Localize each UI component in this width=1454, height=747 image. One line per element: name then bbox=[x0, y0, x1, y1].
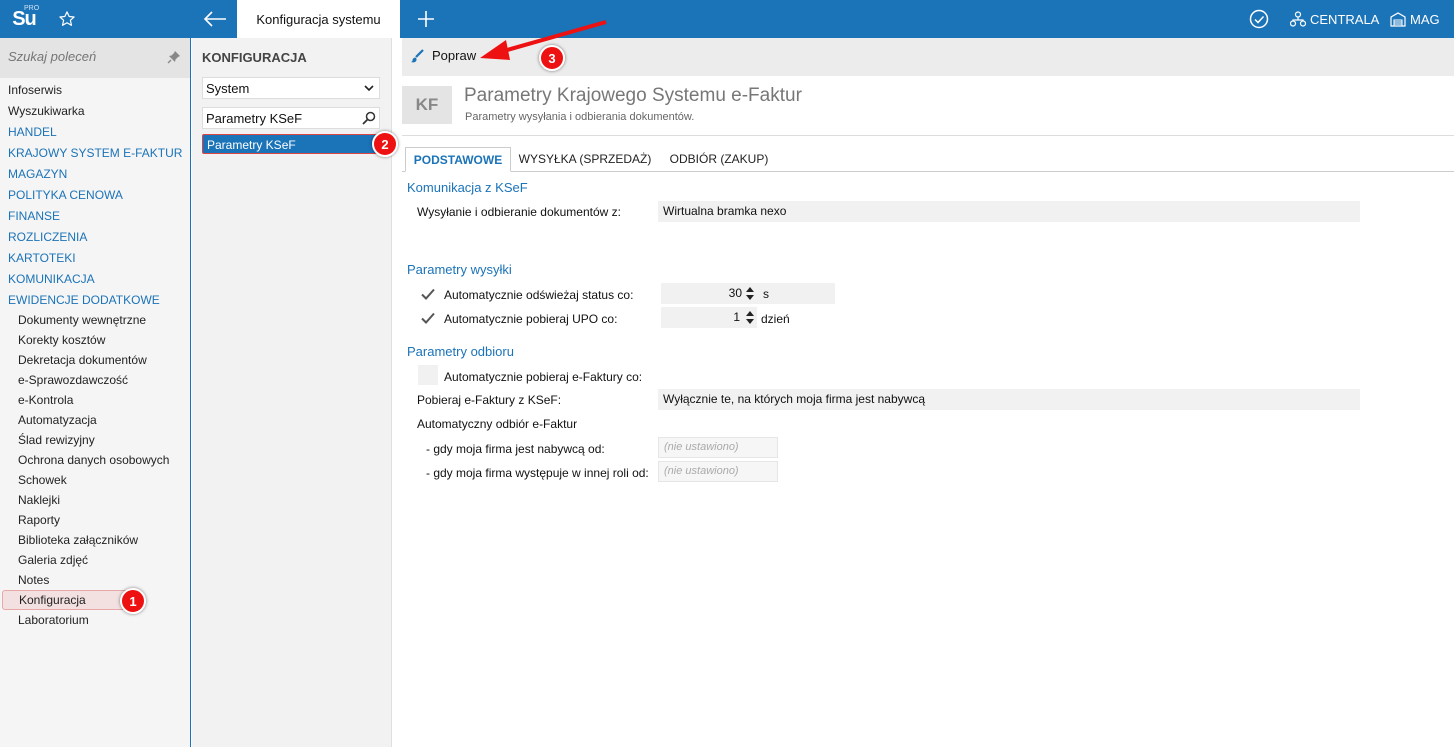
chevron-down-icon bbox=[364, 85, 374, 92]
page-subtitle: Parametry wysyłania i odbierania dokumen… bbox=[465, 111, 695, 123]
annotation-badge-1: 1 bbox=[120, 588, 146, 614]
sidebar-section-komunikacja[interactable]: KOMUNIKACJA bbox=[8, 269, 95, 289]
sidebar-section-handel[interactable]: HANDEL bbox=[8, 122, 57, 142]
sidebar-section-ewidencje-dodatkowe[interactable]: EWIDENCJE DODATKOWE bbox=[8, 290, 160, 310]
sidebar-section-magazyn[interactable]: MAGAZYN bbox=[8, 164, 67, 184]
refresh-status-checkbox[interactable] bbox=[418, 284, 438, 304]
sidebar-item-korekty-kosztow[interactable]: Korekty kosztów bbox=[18, 330, 105, 350]
sidebar-item-biblioteka-zalacznikow[interactable]: Biblioteka załączników bbox=[18, 530, 138, 550]
sidebar-item-notes[interactable]: Notes bbox=[18, 570, 49, 590]
fetch-from-label: Pobieraj e-Faktury z KSeF: bbox=[417, 393, 562, 407]
mag-label: MAG bbox=[1410, 11, 1440, 27]
page-header: KF Parametry Krajowego Systemu e-Faktur … bbox=[402, 76, 1454, 136]
spinner-arrows-icon[interactable] bbox=[746, 310, 754, 325]
sidebar-item-slad-rewizyjny[interactable]: Ślad rewizyjny bbox=[18, 430, 95, 450]
annotation-badge-3: 3 bbox=[539, 45, 565, 71]
checkmark-icon bbox=[421, 312, 435, 324]
fetch-upo-unit: dzień bbox=[761, 312, 790, 326]
config-panel-title: KONFIGURACJA bbox=[202, 50, 307, 65]
sidebar-section-ksef[interactable]: KRAJOWY SYSTEM E-FAKTUR bbox=[8, 143, 182, 163]
module-badge: KF bbox=[402, 86, 452, 124]
warehouse-selector[interactable]: MAG bbox=[1390, 0, 1440, 38]
send-receive-field[interactable]: Wirtualna bramka nexo bbox=[658, 201, 1360, 222]
sidebar-item-dekretacja[interactable]: Dekretacja dokumentów bbox=[18, 350, 147, 370]
sidebar-item-galeria-zdjec[interactable]: Galeria zdjęć bbox=[18, 550, 88, 570]
back-arrow-icon[interactable] bbox=[196, 0, 234, 38]
auto-fetch-checkbox[interactable] bbox=[418, 365, 438, 385]
other-role-date-label: - gdy moja firma występuje w innej roli … bbox=[426, 466, 649, 480]
tab-odbior[interactable]: ODBIÓR (ZAKUP) bbox=[660, 147, 778, 172]
send-receive-label: Wysyłanie i odbieranie dokumentów z: bbox=[417, 205, 621, 219]
sidebar-item-ochrona-danych[interactable]: Ochrona danych osobowych bbox=[18, 450, 169, 470]
sidebar-item-konfiguracja[interactable]: Konfiguracja bbox=[2, 590, 130, 610]
popraw-button[interactable]: Popraw bbox=[410, 48, 476, 63]
group-wysylka: Parametry wysyłki bbox=[407, 262, 512, 277]
popraw-label: Popraw bbox=[432, 48, 477, 63]
fetch-upo-checkbox[interactable] bbox=[418, 308, 438, 328]
sidebar-section-rozliczenia[interactable]: ROZLICZENIA bbox=[8, 227, 87, 247]
new-tab-plus-icon[interactable] bbox=[408, 0, 444, 38]
sidebar-item-laboratorium[interactable]: Laboratorium bbox=[18, 610, 89, 630]
warehouse-icon bbox=[1390, 12, 1406, 27]
refresh-status-label: Automatycznie odświeżaj status co: bbox=[444, 288, 634, 302]
buyer-date-label: - gdy moja firma jest nabywcą od: bbox=[426, 442, 605, 456]
command-search-input[interactable] bbox=[8, 49, 158, 64]
sidebar-item-e-kontrola[interactable]: e-Kontrola bbox=[18, 390, 73, 410]
config-search-box bbox=[202, 107, 380, 129]
logo-badge: PRO bbox=[24, 5, 40, 12]
app-logo[interactable]: Su PRO bbox=[0, 0, 48, 38]
fetch-upo-value: 1 bbox=[733, 310, 740, 324]
config-search-input[interactable] bbox=[206, 111, 356, 126]
search-icon[interactable] bbox=[362, 111, 376, 125]
refresh-status-value: 30 bbox=[728, 286, 742, 300]
group-odbior: Parametry odbioru bbox=[407, 344, 514, 359]
other-role-date-field[interactable]: (nie ustawiono) bbox=[658, 461, 778, 482]
spinner-arrows-icon[interactable] bbox=[746, 286, 754, 301]
page-title: Parametry Krajowego Systemu e-Faktur bbox=[464, 85, 802, 106]
command-search bbox=[0, 38, 190, 78]
main-content: PODSTAWOWE WYSYŁKA (SPRZEDAŻ) ODBIÓR (ZA… bbox=[402, 137, 1454, 747]
favorites-star-icon[interactable] bbox=[48, 0, 86, 38]
status-check-icon[interactable] bbox=[1246, 0, 1272, 38]
config-module-select[interactable]: System bbox=[202, 77, 380, 99]
auto-receive-label: Automatyczny odbiór e-Faktur bbox=[417, 417, 578, 431]
centrala-selector[interactable]: CENTRALA bbox=[1290, 0, 1379, 38]
fetch-upo-field[interactable]: 1 bbox=[661, 307, 757, 328]
sidebar-section-finanse[interactable]: FINANSE bbox=[8, 206, 60, 226]
org-structure-icon bbox=[1290, 11, 1306, 27]
fetch-from-field[interactable]: Wyłącznie te, na których moja firma jest… bbox=[658, 389, 1360, 410]
sidebar-item-dokumenty-wewnetrzne[interactable]: Dokumenty wewnętrzne bbox=[18, 310, 146, 330]
centrala-label: CENTRALA bbox=[1310, 11, 1380, 27]
top-bar: Su PRO Konfiguracja systemu CENTRALA MAG bbox=[0, 0, 1454, 38]
sidebar-item-infoserwis[interactable]: Infoserwis bbox=[8, 80, 62, 100]
tab-konfiguracja-systemu[interactable]: Konfiguracja systemu bbox=[237, 0, 400, 38]
refresh-status-field[interactable]: 30 s bbox=[661, 283, 835, 304]
sidebar-item-e-sprawozdawczosc[interactable]: e-Sprawozdawczość bbox=[18, 370, 128, 390]
checkmark-icon bbox=[421, 288, 435, 300]
refresh-status-unit: s bbox=[763, 287, 769, 301]
left-sidebar: Infoserwis Wyszukiwarka HANDEL KRAJOWY S… bbox=[0, 38, 191, 747]
sidebar-item-schowek[interactable]: Schowek bbox=[18, 470, 67, 490]
config-item-parametry-ksef[interactable]: Parametry KSeF bbox=[202, 134, 386, 154]
sidebar-section-kartoteki[interactable]: KARTOTEKI bbox=[8, 248, 76, 268]
auto-fetch-label: Automatycznie pobieraj e-Faktury co: bbox=[444, 370, 643, 384]
sidebar-section-polityka-cenowa[interactable]: POLITYKA CENOWA bbox=[8, 185, 123, 205]
config-select-value: System bbox=[206, 80, 250, 96]
sidebar-item-wyszukiwarka[interactable]: Wyszukiwarka bbox=[8, 101, 85, 121]
buyer-date-field[interactable]: (nie ustawiono) bbox=[658, 437, 778, 458]
tab-strip: PODSTAWOWE WYSYŁKA (SPRZEDAŻ) ODBIÓR (ZA… bbox=[402, 147, 1454, 172]
sidebar-item-naklejki[interactable]: Naklejki bbox=[18, 490, 60, 510]
sidebar-item-raporty[interactable]: Raporty bbox=[18, 510, 60, 530]
sidebar-item-automatyzacja[interactable]: Automatyzacja bbox=[18, 410, 97, 430]
tab-wysylka[interactable]: WYSYŁKA (SPRZEDAŻ) bbox=[516, 147, 654, 172]
config-panel: KONFIGURACJA System Parametry KSeF bbox=[192, 38, 392, 747]
brush-icon bbox=[411, 48, 424, 62]
annotation-badge-2: 2 bbox=[372, 131, 398, 157]
tab-podstawowe[interactable]: PODSTAWOWE bbox=[405, 147, 511, 172]
pin-icon[interactable] bbox=[167, 50, 181, 64]
fetch-upo-label: Automatycznie pobieraj UPO co: bbox=[444, 312, 618, 326]
group-komunikacja: Komunikacja z KSeF bbox=[407, 180, 528, 195]
